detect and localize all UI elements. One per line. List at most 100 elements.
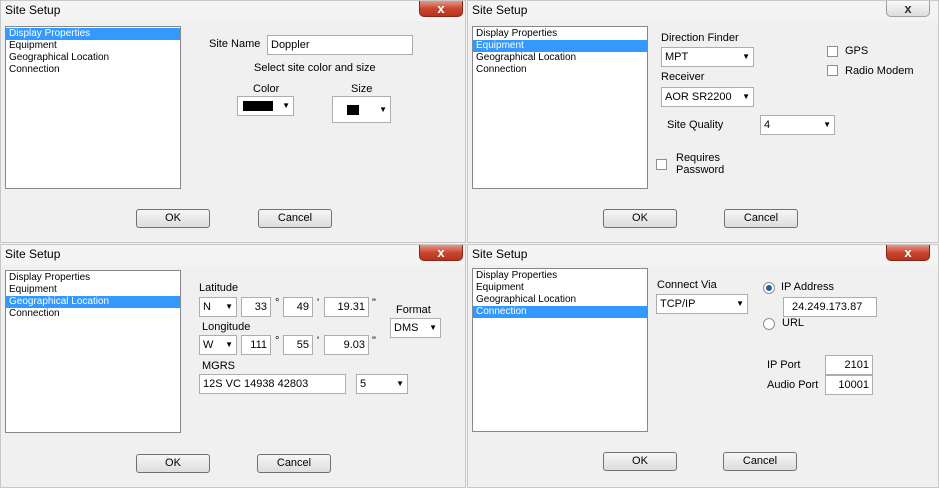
ip-address-radio[interactable] (763, 282, 775, 294)
receiver-label: Receiver (661, 71, 705, 83)
category-list[interactable]: Display Properties Equipment Geographica… (472, 268, 648, 432)
latitude-hemisphere-dropdown[interactable]: N ▼ (199, 297, 237, 317)
list-item-connection[interactable]: Connection (6, 64, 180, 76)
chevron-down-icon: ▼ (742, 92, 750, 101)
list-item-geographical-location[interactable]: Geographical Location (6, 296, 180, 308)
color-label: Color (253, 83, 280, 95)
site-setup-dialog-geo: Site Setup x Display Properties Equipmen… (0, 244, 466, 488)
site-quality-value: 4 (764, 119, 771, 131)
format-label: Format (396, 304, 431, 316)
list-item-geographical-location[interactable]: Geographical Location (473, 294, 647, 306)
list-item-connection[interactable]: Connection (473, 64, 647, 76)
list-item-connection[interactable]: Connection (473, 306, 647, 318)
category-list[interactable]: Display Properties Equipment Geographica… (5, 26, 181, 189)
cancel-button[interactable]: Cancel (258, 209, 332, 228)
second-mark: " (372, 297, 376, 309)
list-item-equipment[interactable]: Equipment (6, 284, 180, 296)
url-radio[interactable] (763, 318, 775, 330)
mgrs-precision-dropdown[interactable]: 5 ▼ (356, 374, 408, 394)
requires-password-label-line2: Password (676, 164, 725, 176)
latitude-hemisphere-value: N (203, 301, 211, 313)
connect-via-value: TCP/IP (660, 298, 696, 310)
list-item-display-properties[interactable]: Display Properties (6, 28, 180, 40)
title-bar: Site Setup x (468, 1, 938, 21)
mgrs-input[interactable]: 12S VC 14938 42803 (199, 374, 346, 394)
direction-finder-dropdown[interactable]: MPT ▼ (661, 47, 754, 67)
longitude-seconds-input[interactable]: 9.03 (324, 335, 369, 355)
connect-via-dropdown[interactable]: TCP/IP ▼ (656, 294, 748, 314)
title-bar: Site Setup x (1, 245, 465, 265)
ok-button[interactable]: OK (603, 452, 677, 471)
longitude-degrees-input[interactable]: 111 (241, 335, 271, 355)
second-mark: " (372, 335, 376, 347)
radio-selected-dot (766, 285, 772, 291)
list-item-equipment[interactable]: Equipment (6, 40, 180, 52)
longitude-minutes-input[interactable]: 55 (283, 335, 313, 355)
ip-port-input[interactable]: 2101 (825, 355, 873, 375)
minute-mark: ' (317, 297, 320, 309)
chevron-down-icon: ▼ (823, 120, 831, 129)
category-list[interactable]: Display Properties Equipment Geographica… (5, 270, 181, 433)
degree-mark: ° (275, 335, 280, 347)
receiver-dropdown[interactable]: AOR SR2200 ▼ (661, 87, 754, 107)
list-item-geographical-location[interactable]: Geographical Location (473, 52, 647, 64)
size-label: Size (351, 83, 373, 95)
list-item-equipment[interactable]: Equipment (473, 40, 647, 52)
list-item-display-properties[interactable]: Display Properties (6, 272, 180, 284)
close-button[interactable]: x (886, 245, 930, 261)
ip-address-input[interactable]: 24.249.173.87 (783, 297, 877, 317)
ok-button[interactable]: OK (136, 209, 210, 228)
latitude-seconds-input[interactable]: 19.31 (324, 297, 369, 317)
color-swatch (243, 101, 273, 111)
cancel-button[interactable]: Cancel (257, 454, 331, 473)
audio-port-input[interactable]: 10001 (825, 375, 873, 395)
chevron-down-icon: ▼ (742, 52, 750, 61)
receiver-value: AOR SR2200 (665, 91, 732, 103)
ok-button[interactable]: OK (136, 454, 210, 473)
chevron-down-icon: ▼ (225, 340, 233, 349)
close-button[interactable]: x (419, 1, 463, 17)
degree-mark: ° (275, 297, 280, 309)
category-list[interactable]: Display Properties Equipment Geographica… (472, 26, 648, 189)
longitude-label: Longitude (202, 321, 251, 333)
close-button[interactable]: x (886, 1, 930, 17)
requires-password-checkbox[interactable] (656, 159, 667, 170)
site-setup-dialog-display: Site Setup x Display Properties Equipmen… (0, 0, 466, 243)
title-bar: Site Setup x (468, 245, 938, 265)
ip-address-label: IP Address (781, 281, 834, 293)
size-dropdown[interactable]: ▼ (332, 96, 391, 123)
gps-checkbox[interactable] (827, 46, 838, 57)
dialog-title: Site Setup (472, 247, 528, 261)
list-item-equipment[interactable]: Equipment (473, 282, 647, 294)
cancel-button[interactable]: Cancel (724, 209, 798, 228)
cancel-button[interactable]: Cancel (723, 452, 797, 471)
ok-button[interactable]: OK (603, 209, 677, 228)
list-item-geographical-location[interactable]: Geographical Location (6, 52, 180, 64)
mgrs-precision-value: 5 (360, 378, 367, 390)
latitude-degrees-input[interactable]: 33 (241, 297, 271, 317)
longitude-hemisphere-dropdown[interactable]: W ▼ (199, 335, 237, 355)
color-dropdown[interactable]: ▼ (237, 96, 294, 116)
site-quality-label: Site Quality (667, 119, 724, 131)
audio-port-label: Audio Port (767, 379, 819, 391)
latitude-label: Latitude (199, 282, 239, 294)
chevron-down-icon: ▼ (429, 323, 437, 332)
list-item-display-properties[interactable]: Display Properties (473, 270, 647, 282)
mgrs-label: MGRS (202, 360, 235, 372)
radio-modem-checkbox[interactable] (827, 65, 838, 76)
direction-finder-label: Direction Finder (661, 32, 739, 44)
latitude-minutes-input[interactable]: 49 (283, 297, 313, 317)
site-name-label: Site Name (209, 38, 261, 50)
radio-modem-label: Radio Modem (845, 65, 914, 77)
select-color-size-text: Select site color and size (254, 62, 376, 74)
chevron-down-icon: ▼ (225, 302, 233, 311)
site-name-input[interactable]: Doppler (267, 35, 413, 55)
list-item-display-properties[interactable]: Display Properties (473, 28, 647, 40)
url-label: URL (782, 317, 805, 329)
gps-label: GPS (845, 45, 869, 57)
site-quality-dropdown[interactable]: 4 ▼ (760, 115, 835, 135)
list-item-connection[interactable]: Connection (6, 308, 180, 320)
format-dropdown[interactable]: DMS ▼ (390, 318, 441, 338)
close-button[interactable]: x (419, 245, 463, 261)
chevron-down-icon: ▼ (379, 105, 387, 114)
